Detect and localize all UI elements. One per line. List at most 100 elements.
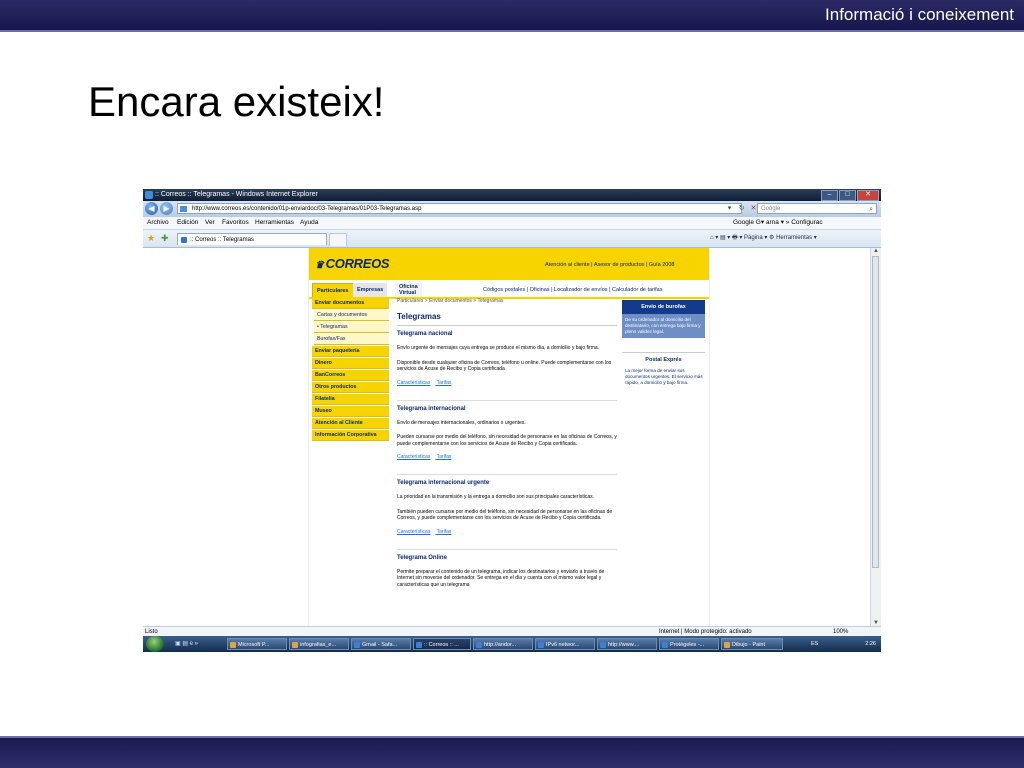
slide-footer-rule xyxy=(0,736,1024,738)
menu-herramientas[interactable]: Herramientas xyxy=(255,217,294,229)
taskbar-button[interactable]: Protégeles -... xyxy=(659,638,719,650)
burofax-title: Envío de burofax xyxy=(622,300,705,314)
correos-sub-links[interactable]: Códigos postales | Oficinas | Localizado… xyxy=(483,287,662,293)
left-menu-item[interactable]: Información Corporativa xyxy=(312,430,389,441)
left-menu-item[interactable]: Atención al Cliente xyxy=(312,418,389,429)
left-menu-item[interactable]: • Telegramas xyxy=(314,322,389,333)
quick-launch-icon[interactable]: ▣ ▤ e » xyxy=(175,640,198,647)
section-links: Características Tarifas xyxy=(397,529,617,535)
left-menu-item[interactable]: Enviar paquetería xyxy=(312,346,389,357)
section-text: Envío urgente de mensajes cuya entrega s… xyxy=(397,345,600,351)
vertical-scrollbar[interactable]: ▲ ▼ xyxy=(870,248,881,626)
tab-page-icon xyxy=(181,237,187,243)
taskbar-button[interactable]: http://www.... xyxy=(597,638,657,650)
menu-edicion[interactable]: Edición xyxy=(177,217,198,229)
link-tarifas[interactable]: Tarifas xyxy=(437,454,452,460)
search-input[interactable]: Google ⌕ xyxy=(757,203,877,214)
maximize-icon[interactable]: □ xyxy=(839,190,856,201)
menu-bar: Archivo Edición Ver Favoritos Herramient… xyxy=(143,217,881,230)
link-caracteristicas[interactable]: Características xyxy=(397,529,430,535)
system-tray: ES 2:26 xyxy=(811,638,879,650)
minimize-icon[interactable]: – xyxy=(821,190,838,201)
taskbar-button[interactable]: Dibujo - Paint xyxy=(721,638,783,650)
section-nacional: Telegrama nacional Envío urgente de mens… xyxy=(397,331,617,401)
search-icon[interactable]: ⌕ xyxy=(869,204,873,215)
section-internacional: Telegrama internacional Envío de mensaje… xyxy=(397,405,617,475)
left-menu-item[interactable]: Dinero xyxy=(312,358,389,369)
crown-icon: ♛ xyxy=(315,260,324,271)
link-tarifas[interactable]: Tarifas xyxy=(437,529,452,535)
menu-ayuda[interactable]: Ayuda xyxy=(300,217,318,229)
left-menu-item[interactable]: Museo xyxy=(312,406,389,417)
link-caracteristicas[interactable]: Características xyxy=(397,454,430,460)
menu-favoritos[interactable]: Favoritos xyxy=(222,217,249,229)
section-text: Envío de mensajes internacionales, ordin… xyxy=(397,419,526,426)
section-divider xyxy=(397,399,617,401)
tab-correos[interactable]: :: Correos :: Telegramas xyxy=(177,233,327,245)
burofax-text: De su ordenador al domicilio del destina… xyxy=(622,314,705,338)
taskbar-button[interactable]: Gmail - Safa... xyxy=(351,638,411,650)
section-title: Telegrama Online xyxy=(397,554,447,561)
postal-expres-box[interactable]: Postal Exprés La mejor forma de enviar s… xyxy=(622,352,705,386)
left-menu-item[interactable]: Enviar documentos xyxy=(312,298,389,309)
page-icon xyxy=(180,206,187,212)
postal-expres-text: La mejor forma de enviar sus documentos … xyxy=(625,368,703,385)
taskbar-button[interactable]: :: Correos :: ... xyxy=(413,638,471,650)
link-caracteristicas[interactable]: Características xyxy=(397,380,430,386)
tab-particulares[interactable]: Particulares xyxy=(312,283,354,297)
dropdown-icon[interactable]: ▾ xyxy=(725,204,734,213)
slide-header-band: Informació i coneixement xyxy=(0,0,1024,32)
add-favorites-icon[interactable]: ✚ xyxy=(161,233,169,244)
window-controls: – □ ✕ xyxy=(821,190,879,201)
new-tab-button[interactable] xyxy=(329,233,347,246)
section-online: Telegrama Online Permite preparar el con… xyxy=(397,555,617,589)
forward-icon[interactable]: ▶ xyxy=(160,202,173,215)
favorites-star-icon[interactable]: ★ xyxy=(147,233,155,244)
language-indicator[interactable]: ES xyxy=(811,638,818,650)
address-bar-row: ◀ ▶ http://www.correos.es/contenido/01p-… xyxy=(143,201,881,217)
scroll-up-icon[interactable]: ▲ xyxy=(873,248,879,254)
left-menu-item[interactable]: BanCorreos xyxy=(312,370,389,381)
section-title: Telegrama nacional xyxy=(397,331,453,337)
left-menu-item[interactable]: Filatelia xyxy=(312,394,389,405)
section-links: Características Tarifas xyxy=(397,454,617,460)
clock[interactable]: 2:26 xyxy=(865,638,876,650)
correos-sidebar: Envío de burofax De su ordenador al domi… xyxy=(622,300,705,386)
taskbar-button[interactable]: Microsoft P... xyxy=(227,638,287,650)
tab-empresas[interactable]: Empresas xyxy=(353,283,388,297)
correos-tabs: Particulares Empresas Oficina Virtual Cód… xyxy=(309,280,709,299)
refresh-icon[interactable]: ↻ xyxy=(737,204,746,213)
left-menu-item[interactable]: Cartas y documentos xyxy=(314,310,389,321)
section-text: Pueden cursarse por medio del teléfono, … xyxy=(397,434,617,447)
slide-header-title: Informació i coneixement xyxy=(825,5,1014,24)
menu-archivo[interactable]: Archivo xyxy=(147,217,169,229)
start-button[interactable] xyxy=(146,636,164,652)
left-menu-item[interactable]: Otros productos xyxy=(312,382,389,393)
correos-top-links[interactable]: Atención al cliente | Asesor de producto… xyxy=(545,262,674,268)
postal-expres-title: Postal Exprés xyxy=(645,357,682,363)
back-icon[interactable]: ◀ xyxy=(145,202,158,215)
left-menu-item[interactable]: Burofax/Fax xyxy=(314,334,389,345)
tab-row: ★ ✚ :: Correos :: Telegramas ⌂ ▾ ▤ ▾ 🖶 ▾… xyxy=(143,230,881,248)
correos-page: ♛ CORREOS Atención al cliente | Asesor de… xyxy=(308,248,710,626)
link-tarifas[interactable]: Tarifas xyxy=(437,380,452,386)
section-title: Telegrama internacional xyxy=(397,405,466,412)
correos-logo[interactable]: ♛ CORREOS xyxy=(315,256,390,271)
tab-oficina-virtual[interactable]: Oficina Virtual xyxy=(395,283,422,297)
command-bar[interactable]: ⌂ ▾ ▤ ▾ 🖶 ▾ Página ▾ ⚙ Herramientas ▾ xyxy=(710,230,817,247)
menu-ver[interactable]: Ver xyxy=(205,217,215,229)
scroll-thumb[interactable] xyxy=(872,256,879,568)
section-divider xyxy=(397,474,617,475)
taskbar: ▣ ▤ e » Microsoft P... infografias_e... … xyxy=(143,636,881,652)
taskbar-button[interactable]: infografias_e... xyxy=(289,638,349,650)
slide-header-rule xyxy=(0,30,1024,32)
address-input[interactable]: http://www.correos.es/contenido/01p-envi… xyxy=(177,203,742,214)
window-title: :: Correos :: Telegramas - Windows Inter… xyxy=(155,191,318,198)
ie-icon xyxy=(145,191,153,199)
close-icon[interactable]: ✕ xyxy=(857,190,879,201)
taskbar-button[interactable]: IPv6 networ... xyxy=(535,638,595,650)
burofax-box[interactable]: Envío de burofax De su ordenador al domi… xyxy=(622,300,705,338)
google-toolbar[interactable]: Google G▾ arna ▾ » Configurac xyxy=(733,217,823,229)
breadcrumb: Particulares > Enviar documentos > Teleg… xyxy=(397,298,504,304)
taskbar-button[interactable]: http://andor... xyxy=(473,638,533,650)
